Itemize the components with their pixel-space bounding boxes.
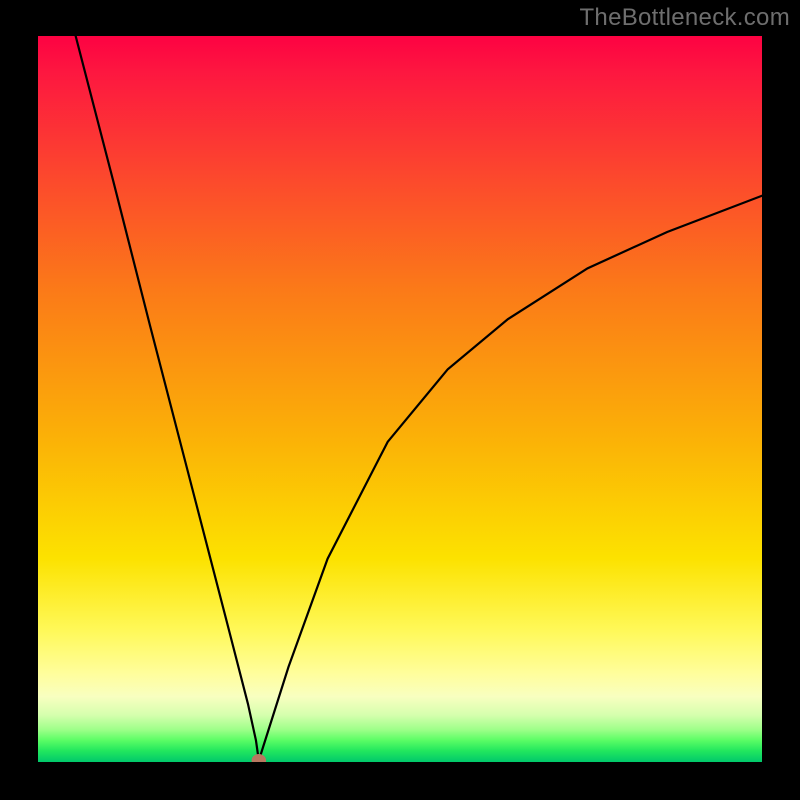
plot-area [38, 36, 762, 762]
minimum-marker [252, 754, 266, 762]
watermark-text: TheBottleneck.com [579, 4, 790, 32]
curve-svg [38, 36, 762, 762]
chart-container: TheBottleneck.com [0, 0, 800, 800]
bottleneck-curve [76, 36, 762, 761]
